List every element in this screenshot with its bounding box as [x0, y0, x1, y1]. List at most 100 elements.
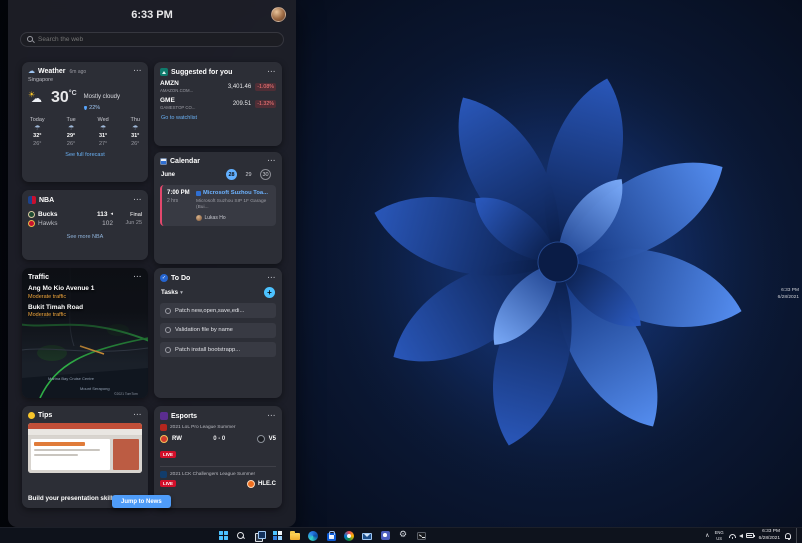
tray-date: 6/28/2021: [758, 535, 780, 541]
calendar-day[interactable]: 30: [260, 169, 271, 180]
traffic-menu-icon[interactable]: ···: [134, 274, 143, 281]
traffic-road[interactable]: Bukit Timah Road Moderate traffic: [28, 304, 142, 319]
nba-team-row: Bucks 113 ◂: [28, 210, 113, 218]
tray-clock[interactable]: 6:33 PM 6/28/2021: [759, 529, 780, 542]
event-attendee: Lukas Ho: [196, 214, 271, 221]
tips-menu-icon[interactable]: ···: [134, 412, 143, 419]
event-title: Microsoft Suzhou Toa...: [203, 190, 268, 196]
task-list-selector[interactable]: Tasks: [161, 289, 178, 296]
taskbar-icon-start[interactable]: [217, 530, 229, 542]
widgets-grid: ☁ Weather 6m ago ··· Singapore ☀ ☁ 30°C …: [18, 54, 286, 520]
live-badge: LIVE: [160, 480, 177, 487]
todo-widget[interactable]: ✓ To Do ··· Tasks ▾ + Patch new,open,sav…: [154, 268, 282, 398]
taskbar-icon-widgets[interactable]: [271, 530, 283, 542]
calendar-widget[interactable]: Calendar ··· June 28 29 30 7:00 PM 2 hrs: [154, 152, 282, 264]
lightbulb-icon: [28, 412, 35, 419]
esports-widget-icon: [160, 412, 168, 420]
weather-location: Singapore: [28, 77, 54, 83]
search-icon: [27, 36, 34, 43]
stocks-menu-icon[interactable]: ···: [268, 69, 277, 76]
stocks-widget-icon: [160, 68, 168, 76]
esports-match[interactable]: LIVE HLE.C: [160, 479, 276, 488]
traffic-title: Traffic: [28, 274, 50, 281]
forecast-day[interactable]: Today ☂ 32° 26°: [30, 117, 45, 147]
forecast-day[interactable]: Tue ☂ 29° 26°: [66, 117, 75, 147]
event-calendar-icon: [196, 190, 201, 196]
notification-bell-icon[interactable]: [785, 532, 791, 540]
taskbar: ⚙ ∧ ENG US 6:33 PM 6/28/2021: [0, 527, 802, 543]
weather-widget-icon: ☁: [28, 67, 35, 75]
calendar-month: June: [161, 171, 176, 178]
esports-match[interactable]: RW 0 - 0 V5: [160, 434, 276, 443]
esports-widget[interactable]: Esports ··· 2021 LoL Pro League Summer R…: [154, 406, 282, 508]
road-name: Ang Mo Kio Avenue 1: [28, 285, 95, 292]
see-full-forecast-link[interactable]: See full forecast: [28, 152, 142, 158]
widgets-panel-header: 6:33 PM: [8, 0, 296, 30]
tray-chevron-up-icon[interactable]: ∧: [705, 532, 709, 539]
web-search-bar[interactable]: [20, 32, 284, 47]
winner-arrow-icon: ◂: [110, 211, 113, 217]
search-input[interactable]: [38, 36, 277, 43]
task-text: Validation file by name: [175, 327, 233, 333]
forecast-day[interactable]: Thu ☂ 31° 26°: [130, 117, 139, 147]
task-item[interactable]: Patch new,open,save,edi...: [160, 303, 276, 318]
league-name: 2021 LoL Pro League Summer: [170, 425, 236, 430]
taskbar-icon-mail[interactable]: [361, 530, 373, 542]
task-item[interactable]: Validation file by name: [160, 322, 276, 338]
stock-row[interactable]: AMZN AMAZON.COM... 3,401.46 -1.08%: [160, 80, 276, 93]
stock-row[interactable]: GME GAMESTOP CO... 209.51 -1.32%: [160, 97, 276, 110]
calendar-event[interactable]: 7:00 PM 2 hrs Microsoft Suzhou Toa... Mi…: [160, 185, 276, 226]
task-item[interactable]: Patch install bootstrapp...: [160, 342, 276, 357]
calendar-day-selected[interactable]: 28: [226, 169, 237, 180]
nba-menu-icon[interactable]: ···: [134, 197, 143, 204]
todo-menu-icon[interactable]: ···: [268, 275, 277, 282]
weather-updated: 6m ago: [69, 68, 87, 75]
traffic-road[interactable]: Ang Mo Kio Avenue 1 Moderate traffic: [28, 285, 142, 300]
taskbar-icon-task-view[interactable]: [253, 530, 266, 542]
go-to-watchlist-link[interactable]: Go to watchlist: [160, 115, 276, 121]
see-more-nba-link[interactable]: See more NBA: [28, 234, 142, 240]
forecast-row: Today ☂ 32° 26° Tue ☂ 29° 26° Wed ☂ 31° …: [28, 117, 142, 147]
battery-icon: [745, 533, 755, 538]
weather-widget[interactable]: ☁ Weather 6m ago ··· Singapore ☀ ☁ 30°C …: [22, 62, 148, 182]
taskbar-icon-search[interactable]: [235, 530, 247, 542]
task-checkbox[interactable]: [165, 307, 171, 314]
calendar-menu-icon[interactable]: ···: [268, 158, 277, 165]
esports-title: Esports: [171, 412, 198, 420]
tips-thumbnail[interactable]: [28, 423, 142, 473]
stocks-widget[interactable]: Suggested for you ··· AMZN AMAZON.COM...…: [154, 62, 282, 146]
esports-menu-icon[interactable]: ···: [268, 413, 277, 420]
lpl-league-icon: [160, 424, 167, 431]
stock-change: -1.32%: [255, 99, 276, 108]
weather-menu-icon[interactable]: ···: [134, 68, 143, 75]
task-checkbox[interactable]: [165, 346, 171, 353]
taskbar-icon-settings[interactable]: ⚙: [397, 530, 409, 542]
taskbar-icon-file-explorer[interactable]: [289, 530, 301, 542]
calendar-day[interactable]: 29: [243, 169, 254, 180]
game-status: Final: [130, 212, 142, 218]
stock-name: AMAZON.COM...: [160, 88, 194, 93]
add-task-button[interactable]: +: [264, 287, 275, 298]
jump-to-news-button[interactable]: Jump to News: [112, 495, 171, 508]
taskbar-icon-teams[interactable]: [379, 530, 391, 542]
user-avatar[interactable]: [271, 7, 286, 22]
language-indicator[interactable]: ENG US: [715, 530, 724, 540]
taskbar-icon-photos[interactable]: [343, 530, 355, 542]
traffic-widget[interactable]: Braddell Marina Bay Cruise Centre Mount …: [22, 268, 148, 398]
event-time: 7:00 PM: [167, 190, 190, 196]
taskbar-icon-store[interactable]: [325, 530, 337, 542]
desktop: 6:33 PM 6/28/2021 6:33 PM ☁ Weather 6m a…: [0, 0, 802, 543]
calendar-title: Calendar: [170, 158, 200, 165]
tips-widget[interactable]: Tips ··· Build your presentation skills: [22, 406, 148, 508]
forecast-day[interactable]: Wed ☂ 31° 27°: [98, 117, 109, 147]
stock-symbol: GME: [160, 97, 175, 104]
sun-cloud-icon: ☀ ☁: [28, 90, 42, 105]
taskbar-icon-edge[interactable]: [307, 530, 319, 542]
quick-settings[interactable]: [728, 533, 755, 539]
nba-widget[interactable]: NBA ··· Bucks 113 ◂ Hawks 102 Final Jun …: [22, 190, 148, 260]
stock-symbol: AMZN: [160, 80, 179, 87]
show-desktop-button[interactable]: [796, 528, 799, 543]
task-checkbox[interactable]: [165, 327, 171, 333]
nba-title: NBA: [39, 196, 55, 204]
taskbar-icon-terminal[interactable]: [415, 530, 427, 542]
